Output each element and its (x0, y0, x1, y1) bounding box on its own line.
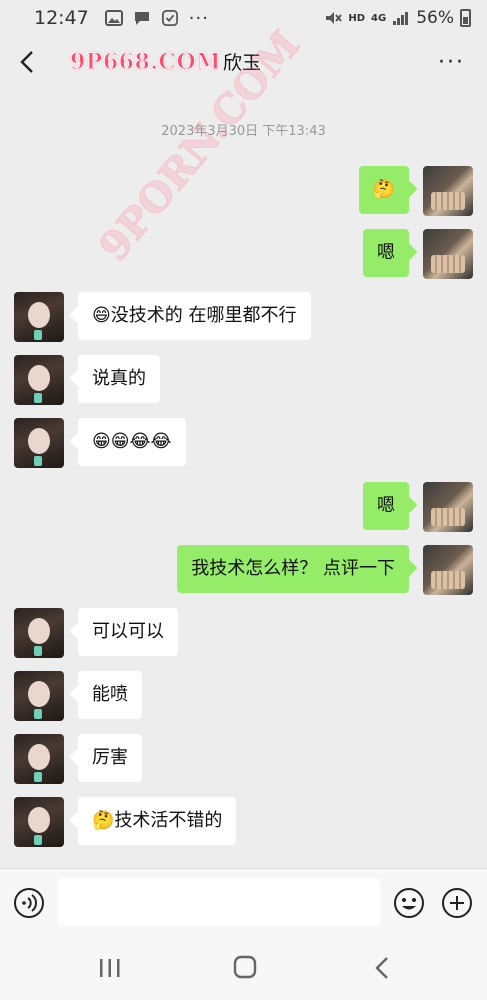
hd-indicator: HD (348, 12, 366, 24)
mute-icon (326, 12, 343, 24)
message-bubble[interactable]: 嗯 (363, 229, 409, 277)
message-row: 嗯 (363, 229, 473, 279)
message-bubble[interactable]: 嗯 (363, 482, 409, 530)
message-row: 厉害 (14, 734, 142, 784)
message-row: 嗯 (363, 482, 473, 532)
contact-avatar[interactable] (14, 797, 64, 847)
self-avatar[interactable] (423, 482, 473, 532)
recent-apps-icon[interactable] (98, 958, 122, 978)
message-bubble[interactable]: 🤔技术活不错的 (78, 797, 237, 845)
message-bubble[interactable]: 我技术怎么样？ 点评一下 (177, 545, 409, 593)
emoji-icon[interactable] (393, 887, 425, 919)
contact-avatar[interactable] (14, 608, 64, 658)
message-input[interactable] (58, 878, 380, 926)
message-bubble[interactable]: 😁😁😂😂 (78, 418, 186, 466)
message-bubble[interactable]: 厉害 (78, 734, 142, 782)
message-bubble[interactable]: 可以可以 (78, 608, 178, 656)
security-icon (161, 10, 178, 26)
message-bubble[interactable]: 😄没技术的 在哪里都不行 (78, 292, 311, 340)
status-bar: 12:47 ··· HD 4G 56% (0, 0, 487, 36)
chat-timestamp: 2023年3月30日 下午13:43 (161, 124, 326, 139)
self-avatar[interactable] (423, 229, 473, 279)
contact-avatar[interactable] (14, 671, 64, 721)
input-bar (0, 868, 487, 936)
message-row: 说真的 (14, 355, 160, 405)
message-bubble[interactable]: 说真的 (78, 355, 160, 403)
nav-back-icon[interactable] (372, 955, 392, 981)
signal-icon (393, 12, 409, 25)
chat-header: 9P668.COM 欣玉 ··· (0, 36, 487, 88)
contact-avatar[interactable] (14, 292, 64, 342)
contact-name: 欣玉 (222, 52, 261, 74)
contact-avatar[interactable] (14, 418, 64, 468)
message-bubble[interactable]: 能喷 (78, 671, 142, 719)
more-button[interactable]: ··· (438, 50, 465, 75)
message-bubble[interactable]: 🤔 (358, 166, 409, 214)
message-icon (134, 12, 149, 25)
message-row: 我技术怎么样？ 点评一下 (177, 545, 473, 595)
4g-indicator: 4G (371, 12, 387, 24)
chat-title: 9P668.COM 欣玉 (70, 48, 261, 76)
self-avatar[interactable] (423, 166, 473, 216)
message-row: 😁😁😂😂 (14, 418, 186, 468)
contact-avatar[interactable] (14, 355, 64, 405)
message-row: 能喷 (14, 671, 142, 721)
battery-icon (460, 9, 471, 27)
contact-avatar[interactable] (14, 734, 64, 784)
voice-icon[interactable] (13, 887, 45, 919)
status-time: 12:47 (34, 7, 89, 29)
overflow-dots-icon: ··· (188, 7, 209, 29)
system-nav-bar (0, 936, 487, 1000)
watermark-logo: 9P668.COM (70, 49, 221, 76)
gallery-icon (104, 10, 123, 26)
message-row: 可以可以 (14, 608, 178, 658)
message-row: 😄没技术的 在哪里都不行 (14, 292, 311, 342)
message-row: 🤔 (358, 166, 473, 216)
battery-percent: 56% (416, 8, 454, 28)
self-avatar[interactable] (423, 545, 473, 595)
home-icon[interactable] (233, 955, 257, 979)
message-row: 🤔技术活不错的 (14, 797, 237, 847)
plus-icon[interactable] (441, 887, 473, 919)
back-button[interactable] (14, 48, 42, 76)
